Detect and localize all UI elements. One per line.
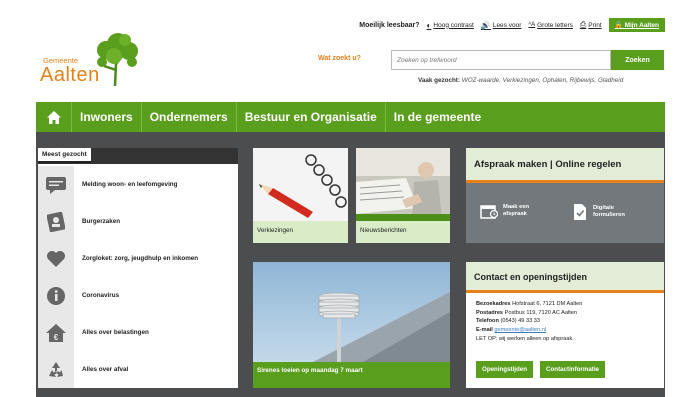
print-label: Print bbox=[588, 21, 602, 29]
vaak-gezocht: Vaak gezocht: WOZ-waarde, Verkiezingen, … bbox=[418, 77, 623, 84]
chat-icon bbox=[38, 166, 74, 203]
let-op-note: LET OP: wij werken alleen op afspraak. bbox=[476, 335, 574, 342]
verkiezingen-image bbox=[253, 148, 348, 221]
nieuwsberichten-image bbox=[356, 148, 450, 221]
digitale-formulieren-line2: formulieren bbox=[593, 212, 625, 218]
text-size-icon: ᴬA bbox=[528, 22, 536, 28]
logo-aalten: Aalten bbox=[40, 64, 100, 86]
grote-letters-label: Grote letters bbox=[537, 21, 573, 29]
hoog-contrast-link[interactable]: ◐ Hoog contrast bbox=[427, 21, 474, 30]
home-icon bbox=[46, 110, 61, 124]
meest-item-belastingen[interactable]: € Alles over belastingen bbox=[38, 314, 238, 351]
speaker-icon: 🔊 bbox=[480, 20, 491, 30]
maak-afspraak-line2: afspraak bbox=[503, 211, 527, 217]
logo[interactable]: Gemeente Aalten bbox=[40, 32, 150, 94]
vaak-gezocht-terms[interactable]: WOZ-waarde, Verkiezingen, Ophalen, Rijbe… bbox=[462, 77, 623, 84]
main-nav: Inwoners Ondernemers Bestuur en Organisa… bbox=[36, 102, 665, 132]
recycle-icon bbox=[38, 351, 74, 388]
meest-item-label: Zorgloket: zorg, jeugdhulp en inkomen bbox=[82, 255, 199, 262]
tile-caption: Nieuwsberichten bbox=[356, 221, 450, 243]
nav-ondernemers[interactable]: Ondernemers bbox=[142, 102, 237, 132]
grote-letters-link[interactable]: ᴬA Grote letters bbox=[528, 22, 573, 29]
meest-item-label: Burgerzaken bbox=[82, 218, 121, 225]
tile-caption: Verkiezingen bbox=[253, 221, 348, 243]
mijn-aalten-label: Mijn Aalten bbox=[624, 22, 659, 29]
meest-gezocht-panel: Meest gezocht Melding woon- en leefomgev… bbox=[38, 148, 238, 388]
telefoon-label: Telefoon bbox=[476, 318, 499, 325]
svg-text:€: € bbox=[54, 333, 59, 342]
meest-item-label: Melding woon- en leefomgeving bbox=[82, 181, 178, 188]
contact-details: Bezoekadres Hofstraat 6, 7121 DM Aalten … bbox=[466, 293, 664, 343]
meest-item-zorgloket[interactable]: Zorgloket: zorg, jeugdhulp en inkomen bbox=[38, 240, 238, 277]
page: Moeilijk leesbaar? ◐ Hoog contrast 🔊 Lees … bbox=[0, 0, 687, 397]
afspraak-panel: Afspraak maken | Online regelen Maak een… bbox=[466, 148, 664, 243]
house-euro-icon: € bbox=[38, 314, 74, 351]
news-tile-verkiezingen[interactable]: Verkiezingen bbox=[253, 148, 348, 243]
sirene-image bbox=[253, 262, 450, 362]
bezoekadres-value: Hofstraat 6, 7121 DM Aalten bbox=[512, 301, 583, 307]
mijn-aalten-button[interactable]: 🔒 Mijn Aalten bbox=[608, 18, 665, 32]
meest-item-coronavirus[interactable]: Coronavirus bbox=[38, 277, 238, 314]
info-icon bbox=[38, 277, 74, 314]
lees-voor-label: Lees voor bbox=[492, 21, 522, 29]
form-check-icon bbox=[574, 204, 586, 220]
nav-inwoners[interactable]: Inwoners bbox=[72, 102, 142, 132]
meest-item-melding[interactable]: Melding woon- en leefomgeving bbox=[38, 166, 238, 203]
hoog-contrast-label: Hoog contrast bbox=[433, 21, 474, 29]
printer-icon: ⎙ bbox=[579, 20, 587, 29]
heart-icon bbox=[38, 240, 74, 277]
contact-panel: Contact en openingstijden Bezoekadres Ho… bbox=[466, 262, 664, 388]
news-tile-sirenes[interactable]: Sirenes loeien op maandag 7 maart bbox=[253, 262, 450, 388]
nav-home[interactable] bbox=[36, 102, 72, 132]
utility-bar: Moeilijk leesbaar? ◐ Hoog contrast 🔊 Lees … bbox=[359, 18, 665, 32]
lees-voor-link[interactable]: 🔊 Lees voor bbox=[481, 21, 522, 30]
email-label: E-mail bbox=[476, 326, 493, 333]
maak-afspraak-line1: Maak een bbox=[503, 204, 530, 211]
search-button[interactable]: Zoeken bbox=[611, 50, 664, 70]
meest-item-afval[interactable]: Alles over afval bbox=[38, 351, 238, 388]
meest-gezocht-tab[interactable]: Meest gezocht bbox=[38, 148, 91, 163]
lock-icon: 🔒 bbox=[614, 22, 625, 29]
maak-afspraak-label: Maak een afspraak bbox=[503, 204, 529, 218]
contactinformatie-button[interactable]: Contactinformatie bbox=[540, 361, 605, 378]
openingstijden-button[interactable]: Openingstijden bbox=[476, 361, 534, 378]
postadres-label: Postadres bbox=[476, 309, 504, 316]
nav-bestuur[interactable]: Bestuur en Organisatie bbox=[237, 102, 386, 132]
telefoon-value: (0543) 49 33 33 bbox=[500, 318, 540, 325]
meest-item-label: Coronavirus bbox=[82, 292, 120, 299]
search-label: Wat zoekt u? bbox=[318, 55, 361, 62]
digitale-formulieren-link[interactable]: Digitale formulieren bbox=[572, 203, 625, 221]
contrast-icon: ◐ bbox=[426, 20, 432, 30]
tree-icon bbox=[97, 33, 138, 86]
calendar-icon bbox=[480, 205, 498, 219]
email-link[interactable]: gemeente@aalten.nl bbox=[494, 327, 546, 333]
afspraak-title: Afspraak maken | Online regelen bbox=[466, 148, 664, 183]
meest-item-label: Alles over afval bbox=[82, 366, 129, 373]
nav-in-de-gemeente[interactable]: In de gemeente bbox=[386, 102, 489, 132]
id-card-icon bbox=[38, 203, 74, 240]
contact-title: Contact en openingstijden bbox=[466, 262, 664, 293]
vaak-gezocht-label: Vaak gezocht: bbox=[418, 77, 460, 84]
digitale-formulieren-label: Digitale formulieren bbox=[593, 205, 625, 219]
maak-afspraak-link[interactable]: Maak een afspraak bbox=[480, 203, 529, 219]
meest-item-label: Alles over belastingen bbox=[82, 329, 149, 336]
digitale-formulieren-line1: Digitale bbox=[593, 205, 614, 212]
print-link[interactable]: ⎙ Print bbox=[580, 20, 602, 30]
bezoekadres-label: Bezoekadres bbox=[476, 301, 511, 307]
contact-buttons: Openingstijden Contactinformatie bbox=[476, 361, 605, 378]
utility-title: Moeilijk leesbaar? bbox=[359, 21, 420, 29]
news-tile-nieuwsberichten[interactable]: Nieuwsberichten bbox=[356, 148, 450, 243]
tile-caption: Sirenes loeien op maandag 7 maart bbox=[253, 362, 450, 388]
search-input[interactable] bbox=[391, 50, 611, 70]
meest-item-burgerzaken[interactable]: Burgerzaken bbox=[38, 203, 238, 240]
postadres-value: Postbus 119, 7120 AC Aalten bbox=[504, 309, 577, 316]
